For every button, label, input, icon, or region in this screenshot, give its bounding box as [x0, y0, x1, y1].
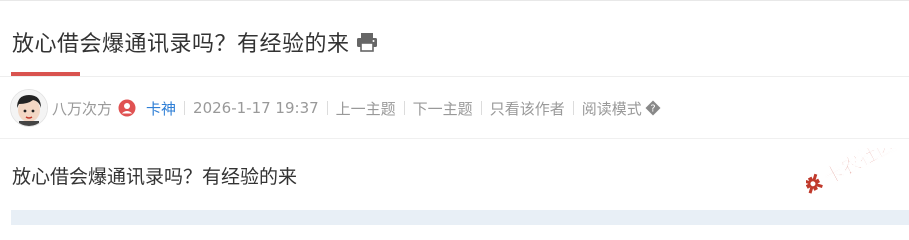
question-mark-icon[interactable]: ? [645, 100, 661, 116]
svg-text:?: ? [650, 104, 655, 115]
author-name[interactable]: 八万次方 [52, 98, 112, 119]
post-title-row: 放心借会爆通讯录吗？有经验的来 [12, 24, 378, 60]
user-icon[interactable] [118, 99, 136, 117]
only-author-link[interactable]: 只看该作者 [490, 98, 565, 119]
separator [480, 101, 482, 115]
separator [326, 101, 328, 115]
next-topic-link[interactable]: 下一主题 [413, 98, 473, 119]
prev-topic-link[interactable]: 上一主题 [336, 98, 396, 119]
separator [572, 101, 574, 115]
print-icon[interactable] [356, 32, 378, 52]
avatar[interactable] [10, 89, 48, 127]
post-title: 放心借会爆通讯录吗？有经验的来 [12, 32, 350, 57]
meta-divider [0, 138, 909, 139]
cartoon-avatar-image [11, 90, 47, 126]
post-timestamp: 2026-1-17 19:37 [193, 99, 319, 117]
user-rank[interactable]: 卡神 [146, 98, 176, 119]
separator [403, 101, 405, 115]
post-meta-bar: 八万次方 卡神 2026-1-17 19:37 上一主题 下一主题 只看该作者 … [10, 88, 661, 128]
site-watermark-logo: 卡农社区 [806, 148, 899, 194]
title-divider [0, 76, 909, 77]
watermark-text: 卡农社区 [821, 148, 899, 189]
top-border [0, 0, 909, 1]
read-mode-link[interactable]: 阅读模式 [582, 98, 642, 119]
separator [184, 101, 186, 115]
post-body-band [11, 210, 909, 225]
post-content: 放心借会爆通讯录吗？有经验的来 [12, 166, 298, 188]
